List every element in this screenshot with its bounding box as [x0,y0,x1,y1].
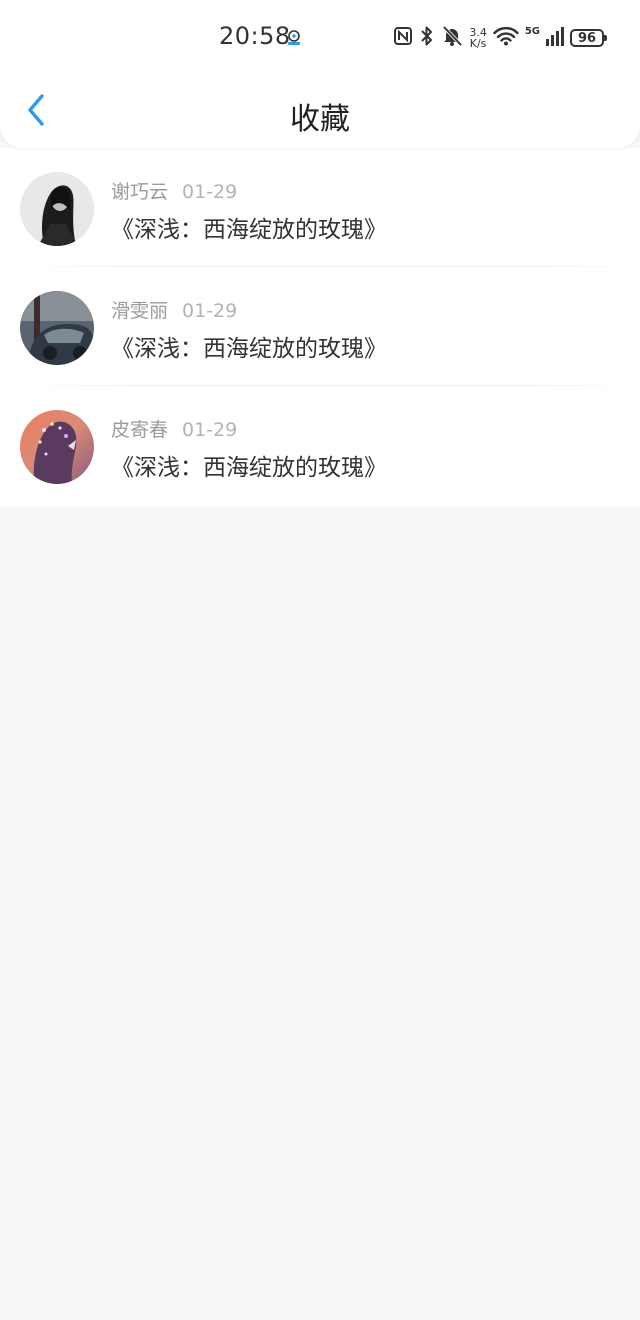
avatar [20,172,94,246]
item-user: 滑雯丽 [111,300,169,322]
item-user: 谢巧云 [111,181,169,203]
list-item[interactable]: 滑雯丽 01-29 《深浅：西海绽放的玫瑰》 [0,267,640,386]
net-speed-unit: K/s [469,37,487,50]
list-item[interactable]: 谢巧云 01-29 《深浅：西海绽放的玫瑰》 [0,148,640,267]
nav-bar: 收藏 [0,76,640,148]
avatar [20,410,94,484]
list-item[interactable]: 皮寄春 01-29 《深浅：西海绽放的玫瑰》 [0,386,640,507]
item-title: 《深浅：西海绽放的玫瑰》 [111,217,387,243]
item-meta: 皮寄春 01-29 [111,415,237,442]
item-user: 皮寄春 [111,419,169,441]
wifi-icon [493,26,519,50]
status-icons: 3.4 K/s 5G 96 [393,24,607,52]
item-title: 《深浅：西海绽放的玫瑰》 [111,455,387,481]
favorites-list: 谢巧云 01-29 《深浅：西海绽放的玫瑰》 滑雯丽 01-29 《深浅：西海绽放的… [0,148,640,507]
item-date: 01-29 [182,181,238,203]
nfc-icon [393,26,413,50]
net-speed: 3.4 K/s [469,27,487,49]
status-time: 20:58 [219,22,291,50]
item-meta: 滑雯丽 01-29 [111,296,237,323]
item-date: 01-29 [182,300,238,322]
avatar [20,291,94,365]
top-bar: 20:58 3.4 K/s 5G 96 收藏 [0,0,640,148]
item-date: 01-29 [182,419,238,441]
battery-icon: 96 [570,29,607,47]
signal-icon [546,26,564,50]
bell-muted-icon [441,25,463,51]
bluetooth-icon [419,25,435,51]
battery-level: 96 [577,30,597,46]
item-title: 《深浅：西海绽放的玫瑰》 [111,336,387,362]
page-title: 收藏 [290,102,350,137]
app-notification-icon [285,29,303,47]
status-bar: 20:58 3.4 K/s 5G 96 [0,0,640,76]
network-type: 5G [524,25,540,37]
item-meta: 谢巧云 01-29 [111,177,237,204]
